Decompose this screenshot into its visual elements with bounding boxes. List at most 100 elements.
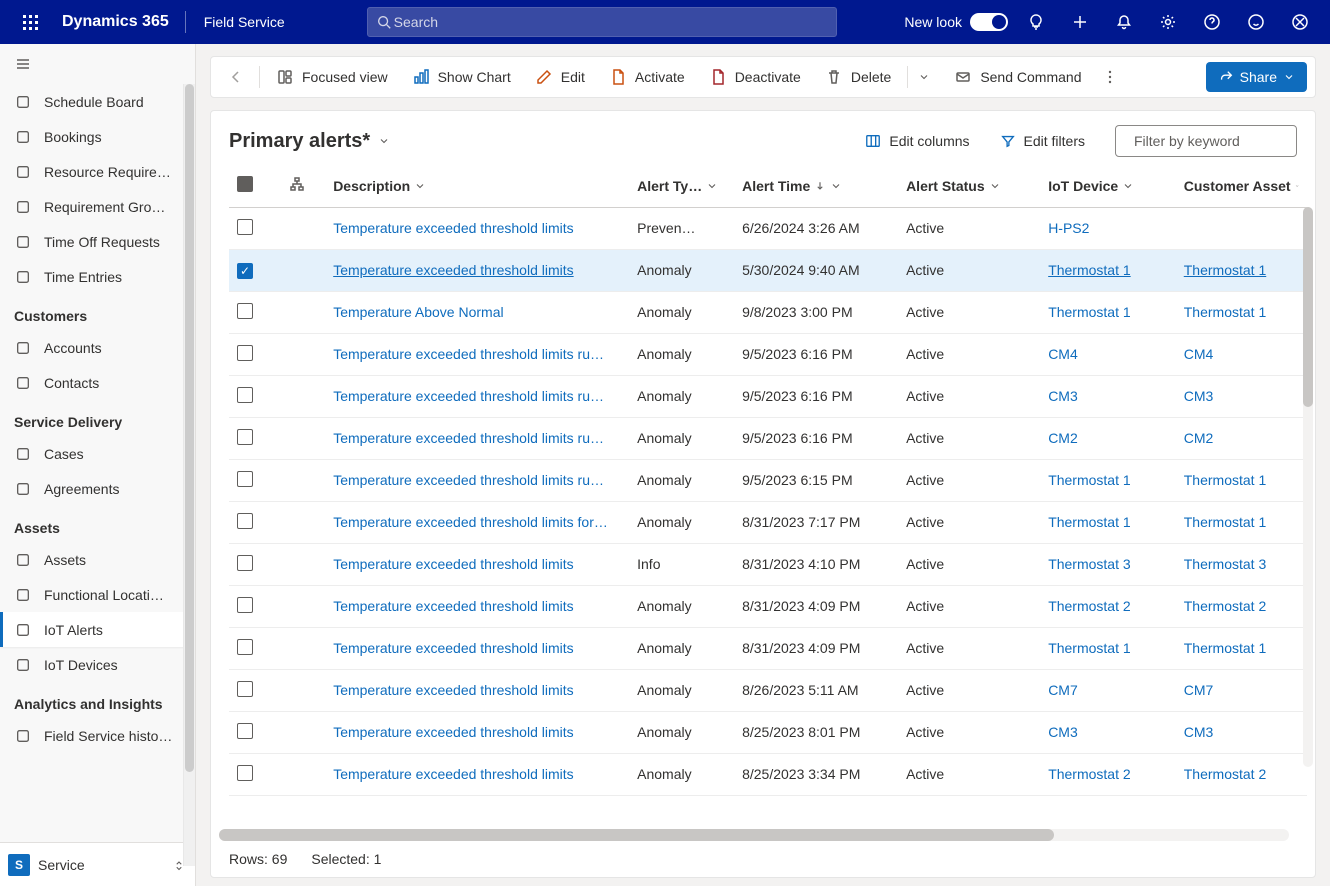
- description-link[interactable]: Temperature exceeded threshold limits ru…: [333, 388, 604, 404]
- table-row[interactable]: Temperature exceeded threshold limits ru…: [229, 333, 1307, 375]
- sidebar-item[interactable]: IoT Alerts: [0, 612, 195, 647]
- table-row[interactable]: Temperature exceeded threshold limitsAno…: [229, 753, 1307, 795]
- activate-button[interactable]: Activate: [599, 60, 695, 94]
- row-checkbox[interactable]: [237, 765, 253, 781]
- notifications-icon[interactable]: [1102, 0, 1146, 44]
- description-link[interactable]: Temperature exceeded threshold limits ru…: [333, 472, 604, 488]
- description-link[interactable]: Temperature exceeded threshold limits: [333, 598, 573, 614]
- table-row[interactable]: Temperature exceeded threshold limitsAno…: [229, 249, 1307, 291]
- asset-link[interactable]: CM3: [1184, 388, 1214, 404]
- device-link[interactable]: CM4: [1048, 346, 1078, 362]
- col-description[interactable]: Description: [325, 165, 629, 207]
- table-row[interactable]: Temperature exceeded threshold limitsInf…: [229, 543, 1307, 585]
- device-link[interactable]: Thermostat 1: [1048, 304, 1130, 320]
- device-link[interactable]: CM3: [1048, 388, 1078, 404]
- deactivate-button[interactable]: Deactivate: [699, 60, 811, 94]
- global-search[interactable]: [367, 7, 837, 37]
- edit-button[interactable]: Edit: [525, 60, 595, 94]
- table-row[interactable]: Temperature Above NormalAnomaly9/8/2023 …: [229, 291, 1307, 333]
- row-checkbox[interactable]: [237, 639, 253, 655]
- device-link[interactable]: Thermostat 3: [1048, 556, 1130, 572]
- description-link[interactable]: Temperature exceeded threshold limits: [333, 556, 573, 572]
- col-select[interactable]: [229, 165, 281, 207]
- edit-columns-button[interactable]: Edit columns: [857, 125, 977, 157]
- device-link[interactable]: H-PS2: [1048, 220, 1089, 236]
- device-link[interactable]: Thermostat 1: [1048, 514, 1130, 530]
- row-checkbox[interactable]: [237, 597, 253, 613]
- asset-link[interactable]: Thermostat 2: [1184, 766, 1266, 782]
- table-row[interactable]: Temperature exceeded threshold limits ru…: [229, 459, 1307, 501]
- sidebar-item[interactable]: Time Entries: [0, 259, 195, 294]
- sidebar-item[interactable]: Schedule Board: [0, 84, 195, 119]
- edit-filters-button[interactable]: Edit filters: [992, 125, 1093, 157]
- send-command-button[interactable]: Send Command: [944, 60, 1091, 94]
- row-checkbox[interactable]: [237, 219, 253, 235]
- col-customer-asset[interactable]: Customer Asset: [1176, 165, 1307, 207]
- description-link[interactable]: Temperature exceeded threshold limits: [333, 682, 573, 698]
- feedback-icon[interactable]: [1234, 0, 1278, 44]
- row-checkbox[interactable]: [237, 345, 253, 361]
- col-alert-time[interactable]: Alert Time: [734, 165, 898, 207]
- col-iot-device[interactable]: IoT Device: [1040, 165, 1176, 207]
- asset-link[interactable]: CM4: [1184, 346, 1214, 362]
- row-checkbox[interactable]: [237, 471, 253, 487]
- asset-link[interactable]: Thermostat 2: [1184, 598, 1266, 614]
- device-link[interactable]: Thermostat 2: [1048, 598, 1130, 614]
- asset-link[interactable]: Thermostat 1: [1184, 640, 1266, 656]
- sidebar-item[interactable]: Contacts: [0, 365, 195, 400]
- toggle-icon[interactable]: [970, 13, 1008, 31]
- sidebar-item[interactable]: Resource Require…: [0, 154, 195, 189]
- keyword-filter[interactable]: [1115, 125, 1297, 157]
- device-link[interactable]: Thermostat 1: [1048, 640, 1130, 656]
- app-switcher-icon[interactable]: [1278, 0, 1322, 44]
- device-link[interactable]: Thermostat 1: [1048, 472, 1130, 488]
- description-link[interactable]: Temperature exceeded threshold limits ru…: [333, 346, 604, 362]
- sidebar-item[interactable]: Accounts: [0, 330, 195, 365]
- sidebar-item[interactable]: Bookings: [0, 119, 195, 154]
- device-link[interactable]: CM7: [1048, 682, 1078, 698]
- row-checkbox[interactable]: [237, 263, 253, 279]
- new-look-toggle[interactable]: New look: [904, 13, 1008, 31]
- grid-horizontal-scrollbar[interactable]: [219, 829, 1289, 841]
- description-link[interactable]: Temperature exceeded threshold limits fo…: [333, 514, 608, 530]
- col-hierarchy[interactable]: [281, 165, 325, 207]
- table-row[interactable]: Temperature exceeded threshold limitsAno…: [229, 627, 1307, 669]
- sidebar-scrollbar[interactable]: [183, 84, 195, 866]
- view-switcher[interactable]: Primary alerts*: [229, 130, 390, 153]
- sidebar-item[interactable]: Agreements: [0, 471, 195, 506]
- idea-icon[interactable]: [1014, 0, 1058, 44]
- table-row[interactable]: Temperature exceeded threshold limits ru…: [229, 417, 1307, 459]
- chevron-down-icon[interactable]: [918, 71, 930, 83]
- table-row[interactable]: Temperature exceeded threshold limitsAno…: [229, 585, 1307, 627]
- description-link[interactable]: Temperature exceeded threshold limits ru…: [333, 430, 604, 446]
- col-alert-status[interactable]: Alert Status: [898, 165, 1040, 207]
- sidebar-item[interactable]: Time Off Requests: [0, 224, 195, 259]
- row-checkbox[interactable]: [237, 681, 253, 697]
- sidebar-item[interactable]: Field Service histo…: [0, 718, 195, 753]
- device-link[interactable]: CM3: [1048, 724, 1078, 740]
- table-row[interactable]: Temperature exceeded threshold limitsPre…: [229, 207, 1307, 249]
- sidebar-item[interactable]: Requirement Gro…: [0, 189, 195, 224]
- asset-link[interactable]: Thermostat 1: [1184, 472, 1266, 488]
- app-name-label[interactable]: Field Service: [192, 14, 297, 30]
- device-link[interactable]: CM2: [1048, 430, 1078, 446]
- asset-link[interactable]: CM7: [1184, 682, 1214, 698]
- sidebar-item[interactable]: Assets: [0, 542, 195, 577]
- area-switcher[interactable]: S Service: [0, 842, 195, 886]
- show-chart-button[interactable]: Show Chart: [402, 60, 521, 94]
- table-row[interactable]: Temperature exceeded threshold limitsAno…: [229, 711, 1307, 753]
- sidebar-item[interactable]: Cases: [0, 436, 195, 471]
- delete-button[interactable]: Delete: [815, 60, 940, 94]
- asset-link[interactable]: Thermostat 1: [1184, 304, 1266, 320]
- table-row[interactable]: Temperature exceeded threshold limits ru…: [229, 375, 1307, 417]
- select-all-checkbox[interactable]: [237, 176, 253, 192]
- device-link[interactable]: Thermostat 1: [1048, 262, 1130, 278]
- settings-icon[interactable]: [1146, 0, 1190, 44]
- row-checkbox[interactable]: [237, 303, 253, 319]
- sidebar-item[interactable]: IoT Devices: [0, 647, 195, 682]
- help-icon[interactable]: [1190, 0, 1234, 44]
- row-checkbox[interactable]: [237, 387, 253, 403]
- asset-link[interactable]: Thermostat 1: [1184, 514, 1266, 530]
- row-checkbox[interactable]: [237, 513, 253, 529]
- focused-view-button[interactable]: Focused view: [266, 60, 398, 94]
